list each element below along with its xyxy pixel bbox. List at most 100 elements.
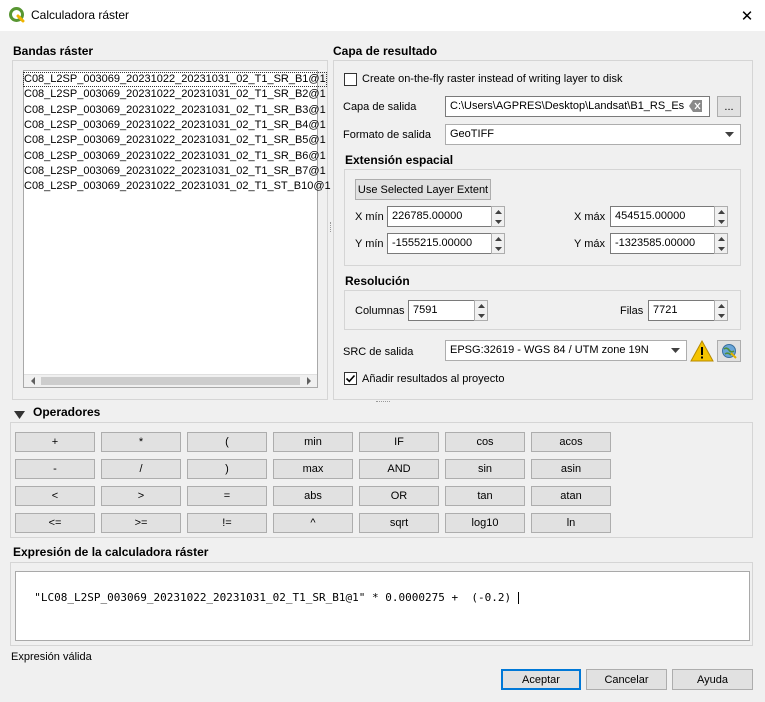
clear-field-icon[interactable] [689, 100, 703, 112]
help-button[interactable]: Ayuda [672, 669, 753, 690]
arrow-down-icon[interactable] [715, 311, 727, 320]
rows-input[interactable]: 7721 [648, 300, 715, 321]
use-selected-extent-button[interactable]: Use Selected Layer Extent [355, 179, 491, 200]
raster-bands-list[interactable]: C08_L2SP_003069_20231022_20231031_02_T1_… [23, 70, 331, 388]
xmax-input[interactable]: 454515.00000 [610, 206, 715, 227]
columns-input[interactable]: 7591 [408, 300, 475, 321]
qgis-logo-icon [9, 7, 25, 23]
operator-button[interactable]: / [101, 459, 181, 479]
warning-icon[interactable] [690, 339, 714, 362]
operator-button[interactable]: asin [531, 459, 611, 479]
operator-button[interactable]: max [273, 459, 353, 479]
raster-bands-title: Bandas ráster [13, 44, 94, 58]
operator-button[interactable]: abs [273, 486, 353, 506]
operator-button[interactable]: > [101, 486, 181, 506]
operator-button[interactable]: sqrt [359, 513, 439, 533]
ymin-stepper[interactable] [491, 233, 505, 254]
operator-button[interactable]: OR [359, 486, 439, 506]
resolution-title: Resolución [345, 274, 410, 288]
arrow-up-icon[interactable] [715, 207, 727, 216]
ymax-stepper[interactable] [714, 233, 728, 254]
scrollbar-thumb[interactable] [41, 377, 300, 385]
operator-button[interactable]: + [15, 432, 95, 452]
close-button[interactable]: ✕ [730, 2, 764, 30]
rows-label: Filas [620, 305, 644, 317]
expression-text: "LC08_L2SP_003069_20231022_20231031_02_T… [34, 591, 518, 604]
arrow-down-icon[interactable] [715, 217, 727, 226]
band-list-item[interactable]: C08_L2SP_003069_20231022_20231031_02_T1_… [24, 88, 326, 101]
band-list-item[interactable]: C08_L2SP_003069_20231022_20231031_02_T1_… [24, 134, 326, 147]
arrow-down-icon[interactable] [715, 244, 727, 253]
operator-button[interactable]: = [187, 486, 267, 506]
operator-button[interactable]: ^ [273, 513, 353, 533]
operator-button[interactable]: - [15, 459, 95, 479]
vertical-splitter-handle[interactable] [330, 222, 333, 232]
operator-button[interactable]: <= [15, 513, 95, 533]
operator-button[interactable]: != [187, 513, 267, 533]
expression-title: Expresión de la calculadora ráster [13, 545, 209, 559]
xmax-stepper[interactable] [714, 206, 728, 227]
expression-editor[interactable]: "LC08_L2SP_003069_20231022_20231031_02_T… [15, 571, 750, 641]
xmin-stepper[interactable] [491, 206, 505, 227]
operator-button[interactable]: acos [531, 432, 611, 452]
arrow-up-icon[interactable] [492, 207, 504, 216]
arrow-down-icon[interactable] [492, 217, 504, 226]
output-format-select[interactable]: GeoTIFF [445, 124, 741, 145]
operators-title: Operadores [33, 405, 101, 419]
horizontal-scrollbar[interactable] [24, 374, 317, 387]
scroll-left-arrow-icon[interactable] [24, 375, 41, 387]
operator-button[interactable]: ) [187, 459, 267, 479]
band-list-item[interactable]: C08_L2SP_003069_20231022_20231031_02_T1_… [24, 165, 326, 178]
cancel-button[interactable]: Cancelar [586, 669, 667, 690]
arrow-up-icon[interactable] [715, 301, 727, 310]
arrow-up-icon[interactable] [475, 301, 487, 310]
band-list-item[interactable]: C08_L2SP_003069_20231022_20231031_02_T1_… [24, 119, 326, 132]
arrow-down-icon[interactable] [492, 244, 504, 253]
ok-button[interactable]: Aceptar [501, 669, 581, 690]
arrow-down-icon[interactable] [475, 311, 487, 320]
band-list-item[interactable]: C08_L2SP_003069_20231022_20231031_02_T1_… [24, 180, 331, 193]
checkmark-icon [345, 374, 356, 383]
output-format-label: Formato de salida [343, 129, 432, 141]
xmin-input[interactable]: 226785.00000 [387, 206, 492, 227]
on-the-fly-label: Create on-the-fly raster instead of writ… [362, 73, 623, 85]
rows-stepper[interactable] [714, 300, 728, 321]
operator-button[interactable]: ( [187, 432, 267, 452]
operator-button[interactable]: < [15, 486, 95, 506]
chevron-down-icon [671, 341, 680, 360]
xmin-label: X mín [355, 211, 384, 223]
add-to-project-checkbox[interactable] [344, 372, 357, 385]
arrow-up-icon[interactable] [715, 234, 727, 243]
arrow-up-icon[interactable] [492, 234, 504, 243]
band-list-item[interactable]: C08_L2SP_003069_20231022_20231031_02_T1_… [23, 72, 327, 87]
operator-button[interactable]: min [273, 432, 353, 452]
operator-button[interactable]: atan [531, 486, 611, 506]
operator-button[interactable]: IF [359, 432, 439, 452]
operator-button[interactable]: ln [531, 513, 611, 533]
horizontal-splitter-handle[interactable] [376, 401, 390, 403]
operator-button[interactable]: * [101, 432, 181, 452]
operator-button[interactable]: sin [445, 459, 525, 479]
operator-button[interactable]: >= [101, 513, 181, 533]
result-layer-title: Capa de resultado [333, 44, 438, 58]
output-layer-input[interactable]: C:\Users\AGPRES\Desktop\Landsat\B1_RS_Es [445, 96, 710, 117]
on-the-fly-checkbox[interactable] [344, 73, 357, 86]
operator-button[interactable]: AND [359, 459, 439, 479]
band-list-item[interactable]: C08_L2SP_003069_20231022_20231031_02_T1_… [24, 150, 326, 163]
crs-select[interactable]: EPSG:32619 - WGS 84 / UTM zone 19N [445, 340, 687, 361]
collapse-triangle-icon[interactable] [14, 408, 26, 419]
crs-label: SRC de salida [343, 346, 414, 358]
columns-stepper[interactable] [474, 300, 488, 321]
ymax-input[interactable]: -1323585.00000 [610, 233, 715, 254]
browse-button[interactable]: ... [717, 96, 741, 117]
ymax-label: Y máx [574, 238, 605, 250]
output-layer-label: Capa de salida [343, 101, 417, 113]
crs-selector-button[interactable] [717, 340, 741, 362]
band-list-item[interactable]: C08_L2SP_003069_20231022_20231031_02_T1_… [24, 104, 326, 117]
operator-button[interactable]: cos [445, 432, 525, 452]
ymin-input[interactable]: -1555215.00000 [387, 233, 492, 254]
operator-button[interactable]: log10 [445, 513, 525, 533]
operator-button[interactable]: tan [445, 486, 525, 506]
spatial-extent-title: Extensión espacial [345, 153, 454, 167]
scroll-right-arrow-icon[interactable] [300, 375, 317, 387]
